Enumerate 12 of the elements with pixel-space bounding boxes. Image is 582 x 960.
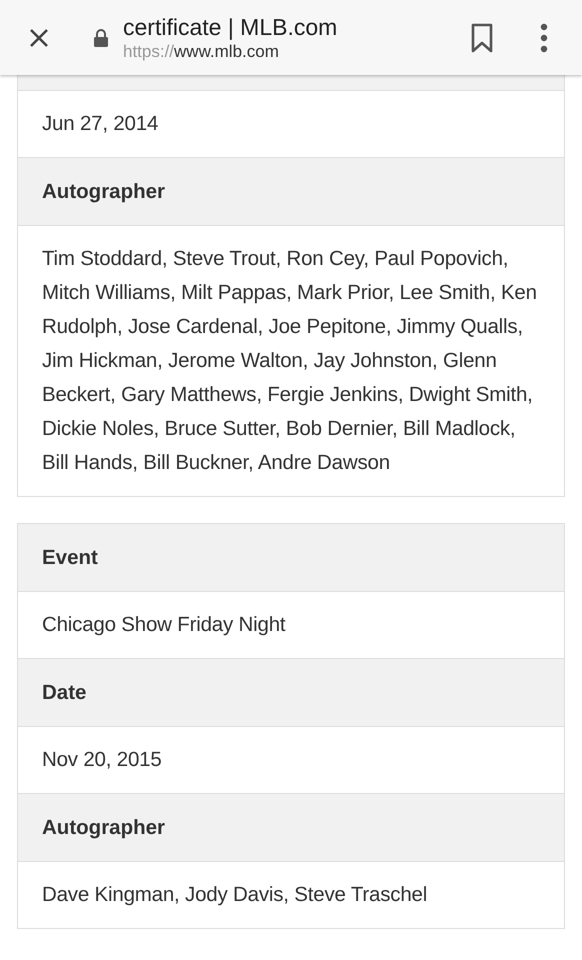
url-text[interactable]: https://www.mlb.com	[123, 40, 470, 62]
field-value: Dave Kingman, Jody Davis, Steve Traschel	[18, 861, 564, 928]
field-label: Autographer	[18, 157, 564, 225]
field-label: Autographer	[18, 793, 564, 861]
bookmark-icon[interactable]	[470, 22, 494, 52]
field-value: Tim Stoddard, Steve Trout, Ron Cey, Paul Popovich, Mitch Williams, Milt Pappas, Mark Prior, Lee Smith, Ken Rudolph, Jose Cardenal, Joe Pepitone, Jimmy Qualls, Jim Hickman, Jerome Walton, Jay Johnston, Glenn Beckert, Gary Matthews, Fergie Jenkins, Dwight Smith, Dickie Noles, Bruce Sutter, Bob Dernier, Bill Madlock, Bill Hands, Bill Buckner, Andre Dawson	[18, 225, 564, 496]
field-label: Date	[18, 658, 564, 726]
menu-icon[interactable]	[540, 22, 548, 52]
lock-icon	[93, 28, 109, 48]
field-value: Jun 27, 2014	[41, 111, 160, 137]
page-title: certificate | MLB.com	[123, 12, 338, 40]
field-label: Event	[18, 524, 564, 591]
